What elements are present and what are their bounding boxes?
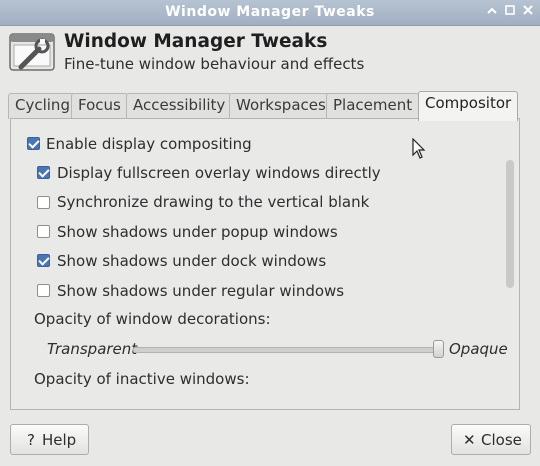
dialog-subtitle: Fine-tune window behaviour and effects xyxy=(64,55,365,73)
tab-cycling[interactable]: Cycling xyxy=(8,93,77,119)
enable-compositing-checkbox[interactable] xyxy=(27,137,40,150)
help-button[interactable]: ? Help xyxy=(10,424,89,455)
decorations-opacity-slider-handle[interactable] xyxy=(433,340,444,358)
close-x-icon: ✕ xyxy=(463,431,476,449)
tab-compositor[interactable]: Compositor xyxy=(418,91,519,121)
decorations-opacity-label: Opacity of window decorations: xyxy=(34,310,271,328)
help-icon: ? xyxy=(27,431,35,449)
help-button-label: Help xyxy=(42,431,77,449)
restore-icon[interactable] xyxy=(503,5,517,19)
regular-shadows-label[interactable]: Show shadows under regular windows xyxy=(57,282,344,300)
close-button-label: Close xyxy=(481,431,522,449)
tab-placement[interactable]: Placement xyxy=(326,93,420,119)
tab-workspaces[interactable]: Workspaces xyxy=(229,93,333,119)
dialog-title: Window Manager Tweaks xyxy=(64,31,328,52)
enable-compositing-label[interactable]: Enable display compositing xyxy=(46,135,252,153)
dialog-header: Window Manager Tweaks Fine-tune window b… xyxy=(0,26,540,86)
decorations-opacity-slider[interactable] xyxy=(133,347,435,353)
title-bar[interactable]: Window Manager Tweaks xyxy=(0,0,540,26)
regular-shadows-checkbox[interactable] xyxy=(37,284,50,297)
inactive-opacity-label: Opacity of inactive windows: xyxy=(34,370,250,388)
popup-shadows-label[interactable]: Show shadows under popup windows xyxy=(57,223,338,241)
vblank-sync-checkbox[interactable] xyxy=(37,196,50,209)
tab-focus[interactable]: Focus xyxy=(71,93,128,119)
slider-max-label: Opaque xyxy=(449,340,508,358)
window-title: Window Manager Tweaks xyxy=(165,4,375,20)
mouse-pointer-icon xyxy=(412,137,426,160)
overlay-direct-checkbox[interactable] xyxy=(37,166,50,179)
panel-scrollbar[interactable] xyxy=(506,160,514,288)
close-icon[interactable] xyxy=(521,5,535,19)
close-button[interactable]: ✕ Close xyxy=(451,424,531,455)
overlay-direct-label[interactable]: Display fullscreen overlay windows direc… xyxy=(57,164,381,182)
dock-shadows-checkbox[interactable] xyxy=(37,254,50,267)
popup-shadows-checkbox[interactable] xyxy=(37,225,50,238)
slider-min-label: Transparent xyxy=(47,340,138,358)
tab-accessibility[interactable]: Accessibility xyxy=(126,93,233,119)
dock-shadows-label[interactable]: Show shadows under dock windows xyxy=(57,252,326,270)
settings-wrench-icon xyxy=(9,29,55,75)
chevron-up-icon[interactable] xyxy=(485,5,499,19)
vblank-sync-label[interactable]: Synchronize drawing to the vertical blan… xyxy=(57,193,369,211)
